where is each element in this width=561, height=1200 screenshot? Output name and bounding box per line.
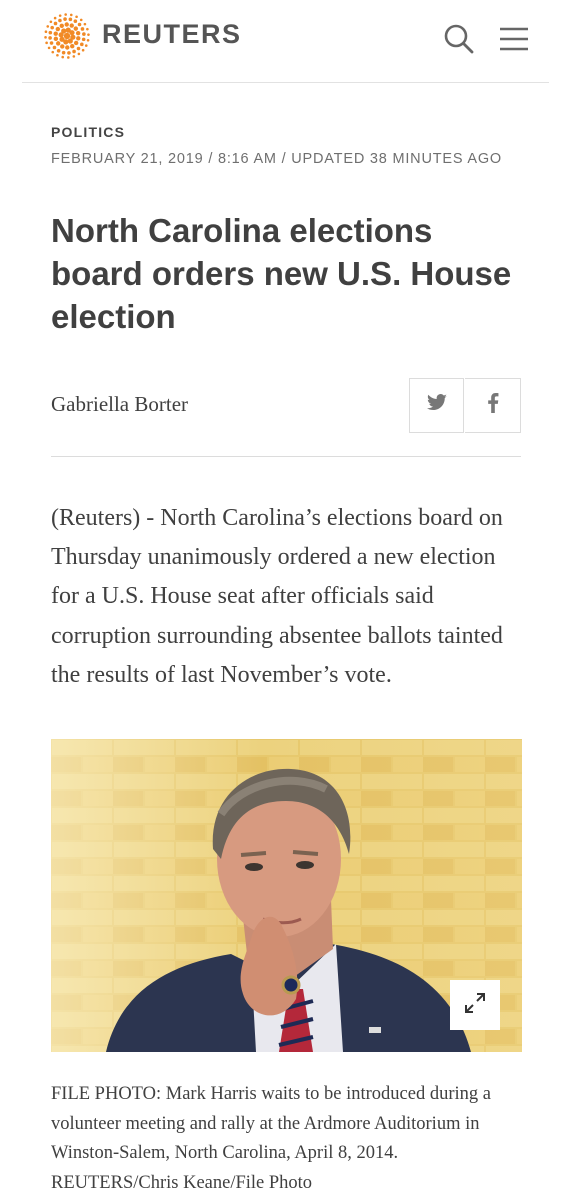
section-label[interactable]: POLITICS — [51, 124, 125, 140]
facebook-icon — [487, 393, 499, 418]
dateline: FEBRUARY 21, 2019 / 8:16 AM / UPDATED 38… — [51, 151, 502, 167]
brand-wordmark[interactable]: REUTERS — [102, 19, 242, 50]
share-twitter-button[interactable] — [409, 378, 464, 433]
article-photo[interactable] — [51, 739, 522, 1052]
photo-caption: FILE PHOTO: Mark Harris waits to be intr… — [51, 1084, 491, 1193]
hamburger-menu-icon[interactable] — [497, 22, 531, 56]
article-headline: North Carolina elections board orders ne… — [51, 212, 512, 335]
site-header: REUTERS — [22, 0, 549, 83]
reuters-logo-icon[interactable] — [42, 13, 92, 59]
article-lede: (Reuters) - North Carolina’s elections b… — [51, 505, 503, 688]
twitter-icon — [426, 394, 448, 417]
expand-photo-button[interactable] — [450, 980, 500, 1030]
author-byline[interactable]: Gabriella Borter — [51, 392, 188, 417]
expand-icon — [463, 991, 487, 1020]
share-facebook-button[interactable] — [465, 378, 521, 433]
byline-divider — [51, 456, 521, 457]
search-icon[interactable] — [442, 22, 476, 56]
